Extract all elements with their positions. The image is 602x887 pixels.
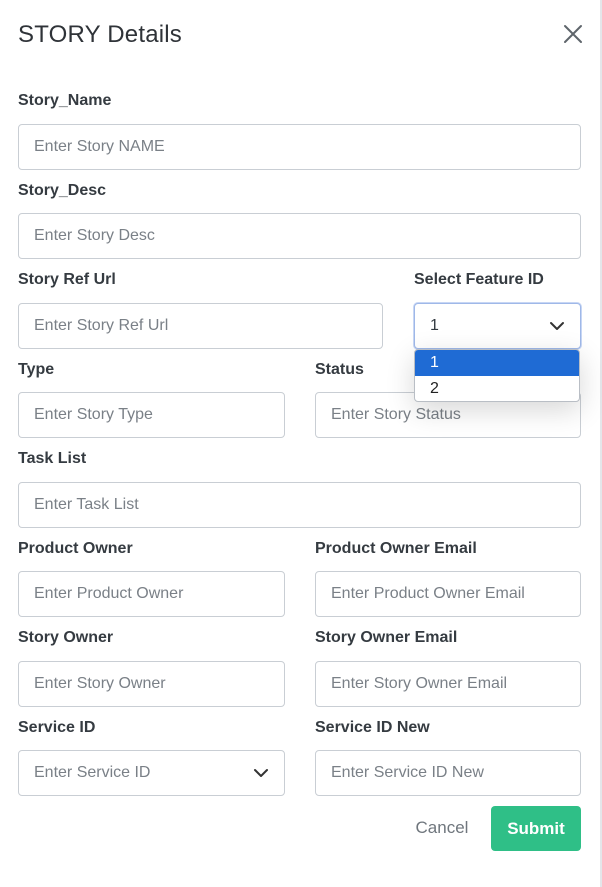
cancel-button[interactable]: Cancel — [406, 806, 478, 850]
modal-title: STORY Details — [18, 21, 183, 48]
service-id-new-label: Service ID New — [315, 719, 430, 736]
feature-id-label: Select Feature ID — [414, 271, 544, 288]
story-owner-email-input[interactable] — [315, 661, 581, 707]
story-desc-input[interactable] — [18, 213, 581, 259]
service-id-label: Service ID — [18, 719, 96, 736]
close-icon[interactable] — [562, 23, 584, 45]
story-ref-url-input[interactable] — [18, 303, 383, 349]
story-name-input[interactable] — [18, 124, 581, 170]
status-label: Status — [315, 361, 364, 378]
story-owner-email-label: Story Owner Email — [315, 629, 458, 646]
product-owner-email-input[interactable] — [315, 571, 581, 617]
type-label: Type — [18, 361, 55, 378]
story-desc-label: Story_Desc — [18, 182, 107, 199]
story-name-label: Story_Name — [18, 92, 112, 109]
chevron-down-icon — [550, 322, 564, 330]
product-owner-input[interactable] — [18, 571, 285, 617]
service-id-select[interactable]: Enter Service ID — [18, 750, 285, 796]
task-list-input[interactable] — [18, 482, 581, 528]
story-ref-url-label: Story Ref Url — [18, 271, 116, 288]
product-owner-label: Product Owner — [18, 540, 133, 557]
story-owner-label: Story Owner — [18, 629, 114, 646]
story-owner-input[interactable] — [18, 661, 285, 707]
feature-id-select[interactable]: 1 — [414, 303, 581, 349]
submit-button[interactable]: Submit — [491, 806, 581, 851]
feature-id-value: 1 — [430, 317, 439, 334]
service-id-placeholder: Enter Service ID — [34, 764, 151, 781]
service-id-new-input[interactable] — [315, 750, 581, 796]
feature-id-option[interactable]: 2 — [415, 376, 579, 401]
task-list-label: Task List — [18, 450, 87, 467]
feature-id-option[interactable]: 1 — [415, 350, 579, 376]
chevron-down-icon — [254, 769, 268, 777]
type-input[interactable] — [18, 392, 285, 438]
feature-id-dropdown: 1 2 — [414, 349, 580, 402]
product-owner-email-label: Product Owner Email — [315, 540, 477, 557]
